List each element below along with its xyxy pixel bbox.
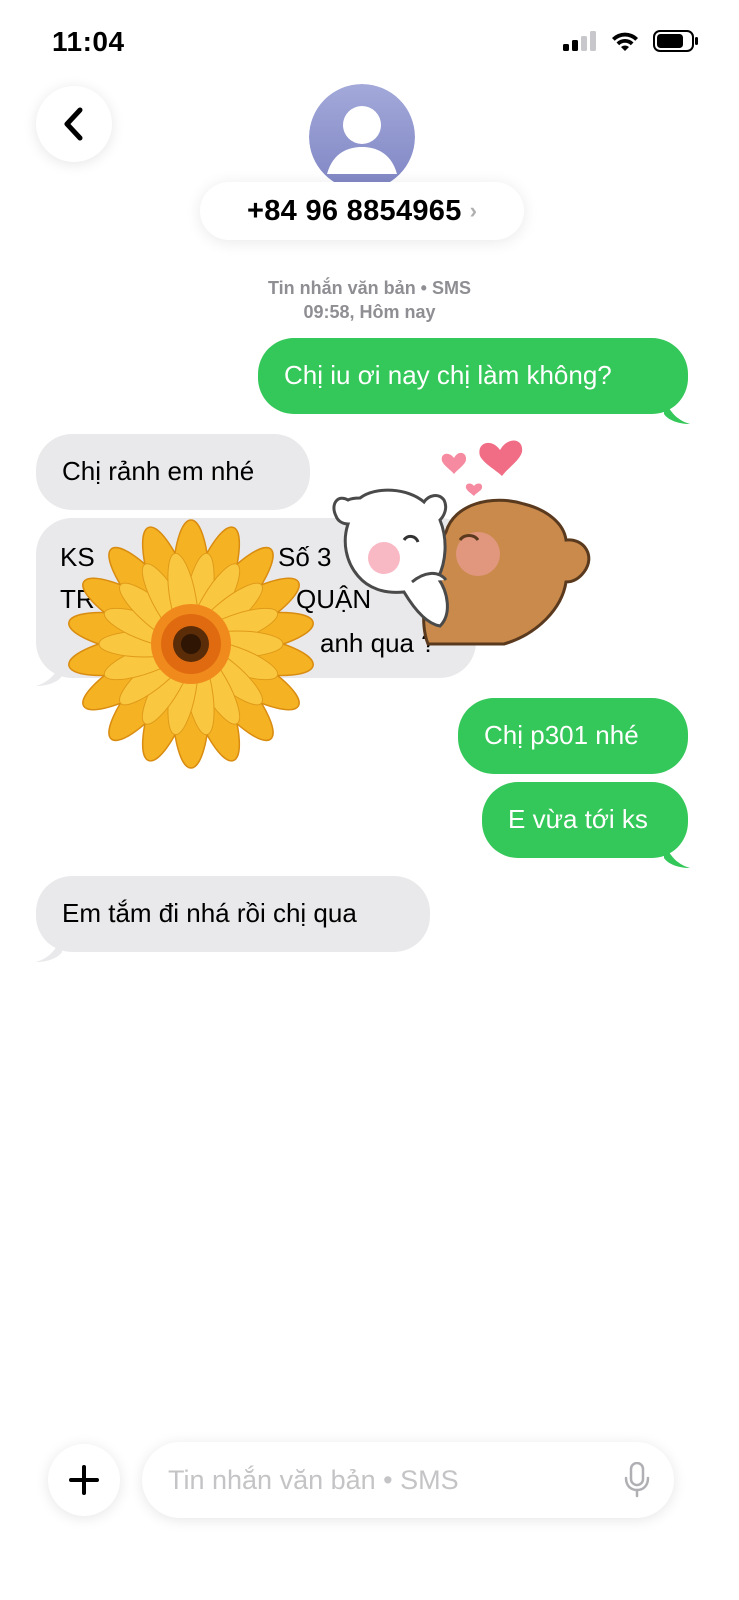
bears-kissing-icon xyxy=(332,440,591,646)
bubble-tail xyxy=(664,396,690,424)
back-button[interactable] xyxy=(36,86,112,162)
cellular-signal-icon xyxy=(563,31,596,51)
contact-name: +84 96 8854965 xyxy=(247,194,462,227)
message-input[interactable]: Tin nhắn văn bản • SMS xyxy=(142,1442,674,1518)
bears-kissing-sticker[interactable] xyxy=(328,412,596,648)
message-bubble-outgoing[interactable]: Chị p301 nhé xyxy=(458,698,688,774)
status-bar: 11:04 xyxy=(0,0,739,90)
message-bubble-outgoing[interactable]: Chị iu ơi nay chị làm không? xyxy=(258,338,688,414)
bubble-tail xyxy=(664,840,690,868)
message-text: Chị rảnh em nhé xyxy=(62,456,255,486)
contact-avatar[interactable] xyxy=(309,84,415,190)
status-time: 11:04 xyxy=(52,26,125,57)
thread-timestamp: 09:58, Hôm nay xyxy=(303,302,436,322)
person-icon xyxy=(309,84,415,190)
contact-name-button[interactable]: +84 96 8854965 › xyxy=(200,182,524,240)
chevron-right-icon: › xyxy=(469,198,477,223)
flower-sticker[interactable] xyxy=(56,518,326,770)
message-text: Chị p301 nhé xyxy=(484,720,639,750)
message-text: Em tắm đi nhá rồi chị qua xyxy=(62,898,357,928)
message-input-placeholder: Tin nhắn văn bản • SMS xyxy=(168,1464,459,1495)
bubble-tail xyxy=(36,934,62,962)
plus-icon xyxy=(69,1465,99,1495)
flower-icon xyxy=(68,519,314,769)
message-text: Chị iu ơi nay chị làm không? xyxy=(284,360,612,390)
add-attachment-button[interactable] xyxy=(48,1444,120,1516)
message-text: E vừa tới ks xyxy=(508,804,648,834)
message-bubble-incoming[interactable]: Chị rảnh em nhé xyxy=(36,434,310,510)
message-bubble-incoming[interactable]: Em tắm đi nhá rồi chị qua xyxy=(36,876,430,952)
microphone-icon[interactable] xyxy=(624,1462,650,1498)
battery-icon xyxy=(653,30,698,52)
message-bubble-outgoing[interactable]: E vừa tới ks xyxy=(482,782,688,858)
service-label: Tin nhắn văn bản • SMS xyxy=(268,278,471,298)
status-icons xyxy=(563,30,699,52)
chevron-left-icon xyxy=(64,107,83,141)
wifi-icon xyxy=(612,32,638,51)
